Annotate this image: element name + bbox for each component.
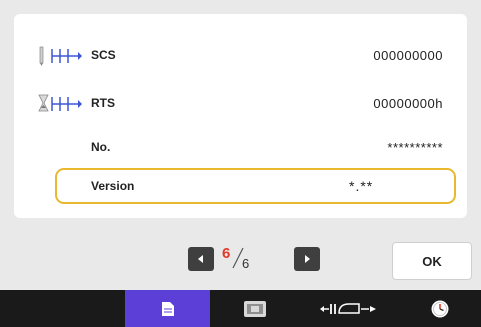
needle-stitch-icon	[39, 46, 82, 66]
serial-number-label: No.	[91, 140, 111, 154]
taskbar-item-presser-foot[interactable]	[300, 290, 395, 327]
clock-icon	[431, 300, 449, 317]
presser-foot-icon	[319, 302, 376, 314]
scs-value: 000000000	[373, 48, 443, 63]
total-pages: 6	[242, 256, 250, 271]
page-indicator: 6 6	[222, 245, 286, 275]
scs-label: SCS	[91, 48, 116, 62]
version-label: Version	[91, 179, 135, 193]
page-navigator: 6 6 OK	[0, 237, 481, 283]
taskbar-item-blank[interactable]	[0, 290, 60, 327]
rts-label: RTS	[91, 96, 115, 110]
rts-value: 00000000h	[373, 96, 443, 111]
next-page-button[interactable]	[294, 247, 320, 271]
taskbar-item-clock[interactable]	[410, 290, 470, 327]
arrow-right-icon	[305, 255, 310, 263]
taskbar-item-screen-settings[interactable]	[220, 290, 290, 327]
document-icon	[161, 301, 174, 316]
version-value: *.**	[349, 178, 374, 194]
bottom-taskbar	[0, 290, 481, 327]
arrow-left-icon	[198, 255, 203, 263]
serial-number-row: No. **********	[14, 130, 467, 166]
current-page: 6	[222, 245, 231, 262]
taskbar-item-document[interactable]	[125, 290, 210, 327]
ok-button[interactable]: OK	[392, 242, 472, 280]
info-panel: SCS 000000000 RTS 00000000h No. ********…	[14, 14, 467, 218]
scs-row: SCS 000000000	[14, 38, 467, 74]
serial-number-value: **********	[387, 140, 443, 155]
screen-settings-icon	[244, 300, 266, 317]
previous-page-button[interactable]	[188, 247, 214, 271]
version-row: Version *.**	[55, 168, 456, 204]
hourglass-stitch-icon	[38, 94, 82, 112]
rts-row: RTS 00000000h	[14, 86, 467, 122]
